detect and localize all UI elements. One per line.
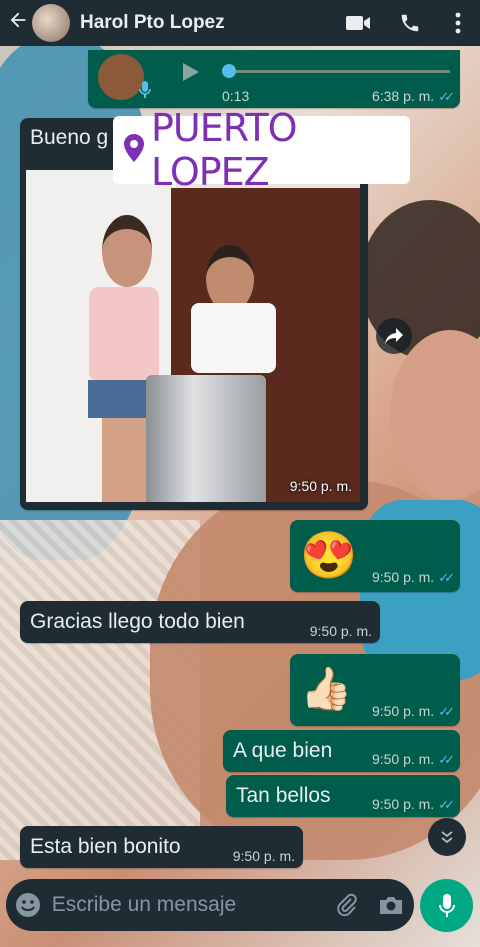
- message-time: 9:50 p. m.: [371, 751, 435, 767]
- message-text: Bueno g: [30, 126, 109, 149]
- voice-note-message[interactable]: 0:13 6:38 p. m. ✓✓: [88, 50, 460, 108]
- message-text: Gracias llego todo bien: [30, 610, 245, 633]
- paperclip-icon[interactable]: [325, 893, 369, 917]
- voice-progress-thumb[interactable]: [222, 64, 236, 78]
- message-bubble-in[interactable]: Gracias llego todo bien 9:50 p. m.: [20, 601, 380, 643]
- message-input[interactable]: [49, 892, 325, 918]
- read-ticks-icon: ✓✓: [438, 797, 455, 812]
- message-meta: 9:50 p. m. ✓✓: [371, 703, 455, 720]
- camera-icon[interactable]: [369, 894, 415, 916]
- contact-name[interactable]: Harol Pto Lopez: [80, 12, 332, 34]
- play-icon[interactable]: [178, 60, 202, 90]
- voice-duration: 0:13: [222, 88, 250, 104]
- message-meta: 9:50 p. m. ✓✓: [371, 796, 455, 813]
- sticker-text: PUERTO LOPEZ: [151, 106, 298, 194]
- photo-pot: [146, 375, 266, 502]
- kebab-menu-icon[interactable]: [436, 12, 480, 34]
- photo-time: 9:50 p. m.: [289, 478, 352, 494]
- location-sticker: PUERTO LOPEZ: [113, 106, 410, 194]
- scroll-to-bottom-button[interactable]: [428, 818, 466, 856]
- forward-icon[interactable]: [376, 318, 412, 354]
- location-pin-icon: [123, 133, 145, 168]
- message-text: Esta bien bonito: [30, 835, 181, 858]
- shared-photo[interactable]: 9:50 p. m.: [26, 170, 360, 502]
- message-bubble-out[interactable]: Tan bellos 9:50 p. m. ✓✓: [226, 775, 460, 817]
- read-ticks-icon: ✓✓: [438, 570, 455, 585]
- photo-boy: [186, 245, 281, 380]
- video-camera-icon[interactable]: [332, 13, 384, 33]
- message-meta: 6:38 p. m. ✓✓: [371, 88, 455, 105]
- microphone-button[interactable]: [420, 879, 473, 932]
- message-bubble-out[interactable]: 👍🏻 9:50 p. m. ✓✓: [290, 654, 460, 726]
- arrow-left-icon[interactable]: [0, 9, 36, 37]
- message-time: 9:50 p. m.: [232, 848, 295, 864]
- double-chevron-down-icon: [441, 831, 453, 844]
- chat-header: Harol Pto Lopez: [0, 0, 480, 46]
- phone-icon[interactable]: [384, 12, 436, 34]
- microphone-icon: [438, 893, 455, 917]
- message-time: 9:50 p. m.: [309, 623, 372, 639]
- microphone-icon: [138, 80, 152, 106]
- contact-avatar[interactable]: [32, 4, 70, 42]
- message-bubble-in[interactable]: Esta bien bonito 9:50 p. m.: [20, 826, 303, 868]
- message-meta: 9:50 p. m. ✓✓: [371, 569, 455, 586]
- message-time: 9:50 p. m.: [371, 703, 435, 719]
- message-emoji: 👍🏻: [300, 665, 353, 712]
- read-ticks-icon: ✓✓: [438, 704, 455, 719]
- message-emoji: 😍: [300, 529, 358, 581]
- message-meta: 9:50 p. m. ✓✓: [371, 751, 455, 768]
- message-time: 9:50 p. m.: [371, 569, 435, 585]
- message-time: 9:50 p. m.: [371, 796, 435, 812]
- message-composer: [6, 879, 414, 931]
- message-bubble-out[interactable]: A que bien 9:50 p. m. ✓✓: [223, 730, 460, 772]
- message-bubble-out[interactable]: 😍 9:50 p. m. ✓✓: [290, 520, 460, 592]
- emoji-icon[interactable]: [6, 892, 50, 918]
- message-text: A que bien: [233, 739, 333, 762]
- message-time: 6:38 p. m.: [371, 88, 435, 104]
- voice-progress-track[interactable]: [228, 70, 450, 73]
- read-ticks-icon: ✓✓: [438, 89, 455, 104]
- message-text: Tan bellos: [236, 784, 331, 807]
- read-ticks-icon: ✓✓: [438, 752, 455, 767]
